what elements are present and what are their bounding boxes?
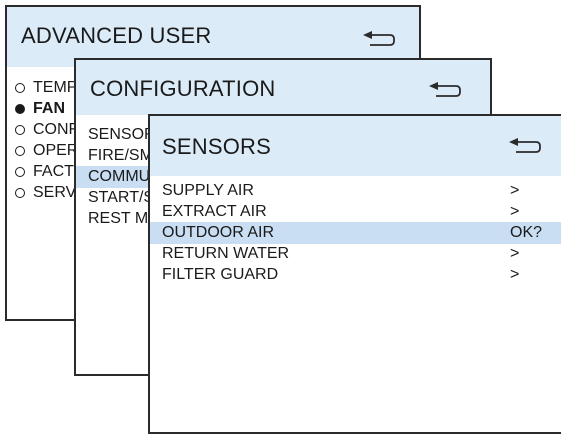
sensor-value: > (510, 266, 520, 283)
sensor-row-return-water[interactable]: RETURN WATER > (150, 243, 561, 265)
sensor-row-filter-guard[interactable]: FILTER GUARD > (150, 264, 561, 286)
radio-icon (15, 167, 25, 177)
radio-icon (15, 125, 25, 135)
radio-icon (15, 146, 25, 156)
sensor-row-outdoor-air[interactable]: OUTDOOR AIR OK? (150, 222, 561, 244)
sensors-header: SENSORS (150, 116, 561, 176)
sensor-value: > (510, 245, 520, 262)
radio-icon (15, 188, 25, 198)
sensor-label: OUTDOOR AIR (162, 224, 275, 241)
sensor-value: OK? (510, 224, 543, 241)
sensor-label: SUPPLY AIR (162, 182, 254, 199)
sensor-label: FILTER GUARD (162, 266, 279, 283)
sensor-row-supply-air[interactable]: SUPPLY AIR > (150, 180, 561, 202)
advanced-user-title: ADVANCED USER (21, 23, 212, 48)
sensor-row-extract-air[interactable]: EXTRACT AIR > (150, 201, 561, 223)
configuration-header: CONFIGURATION (76, 60, 490, 115)
sensor-label: EXTRACT AIR (162, 203, 267, 220)
menu-item-label: FAN (33, 100, 65, 117)
sensors-panel: SENSORS SUPPLY AIR > EXTRACT AIR > OUTDO… (148, 114, 561, 434)
radio-icon (15, 83, 25, 93)
sensor-value: > (510, 203, 520, 220)
sensor-label: RETURN WATER (162, 245, 290, 262)
configuration-title: CONFIGURATION (90, 76, 276, 101)
back-arrow-icon[interactable] (508, 138, 542, 156)
back-arrow-icon[interactable] (428, 82, 462, 100)
sensor-value: > (510, 182, 520, 199)
sensors-title: SENSORS (162, 134, 271, 159)
radio-filled-icon (15, 104, 25, 114)
back-arrow-icon[interactable] (362, 31, 396, 49)
